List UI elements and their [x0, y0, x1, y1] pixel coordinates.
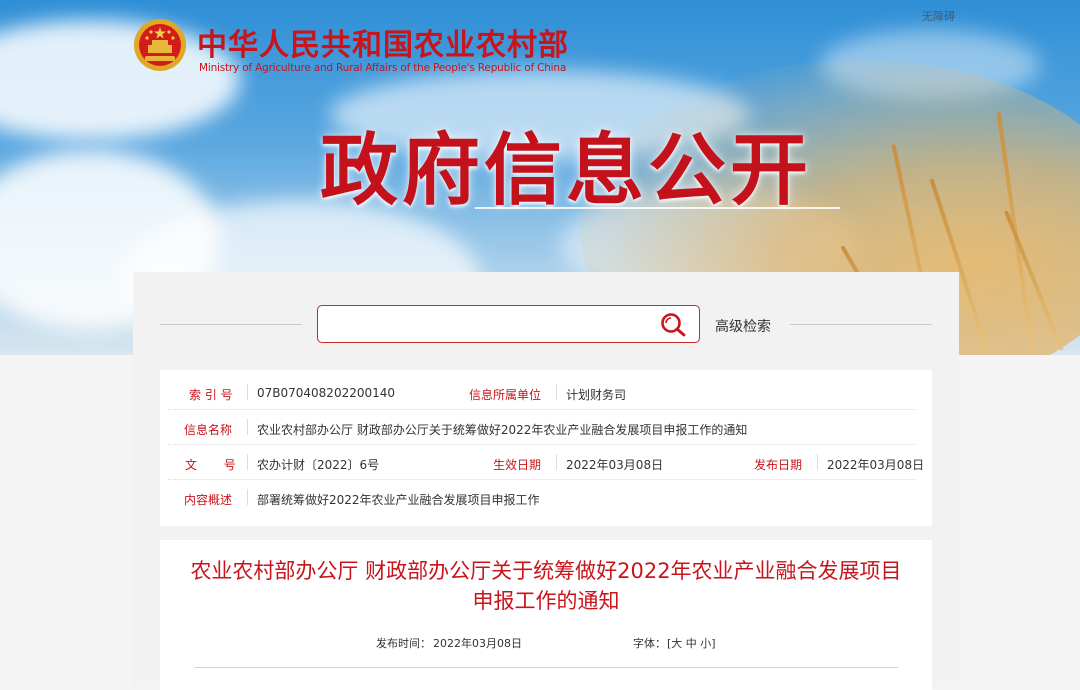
font-size-label: 字体： [633, 637, 666, 650]
search-input[interactable] [328, 314, 652, 336]
index-number-label: 索 引 号 [189, 388, 233, 402]
publish-time-value: 2022年03月08日 [433, 637, 522, 650]
index-number-value: 07B070408202200140 [257, 386, 396, 400]
column-divider [247, 489, 248, 505]
publish-date-value: 2022年03月08日 [827, 458, 925, 472]
font-size-selector[interactable]: [大 中 小] [667, 635, 716, 651]
publish-time-label: 发布时间： [376, 637, 431, 650]
article-title: 农业农村部办公厅 财政部办公厅关于统筹做好2022年农业产业融合发展项目申报工作… [190, 559, 902, 613]
column-divider [247, 419, 248, 435]
info-row: 文 号 农办计财〔2022〕6号 生效日期 2022年03月08日 发布日期 2… [160, 445, 924, 480]
doc-number-label: 文 号 [185, 458, 236, 472]
site-subtitle-english: Ministry of Agriculture and Rural Affair… [199, 62, 567, 74]
accessibility-link[interactable]: 无障碍 [922, 8, 955, 24]
article-divider [194, 667, 898, 668]
article-card: 农业农村部办公厅 财政部办公厅关于统筹做好2022年农业产业融合发展项目申报工作… [160, 540, 932, 690]
summary-label: 内容概述 [184, 493, 233, 507]
info-name-label: 信息名称 [184, 423, 233, 437]
search-divider-right [790, 324, 932, 325]
info-name-value: 农业农村部办公厅 财政部办公厅关于统筹做好2022年农业产业融合发展项目申报工作… [257, 423, 748, 437]
column-divider [556, 384, 557, 400]
column-divider [556, 454, 557, 470]
content-panel: 高级检索 索 引 号 07B070408202200140 信息所属单位 计划财… [133, 272, 959, 690]
doc-number-value: 农办计财〔2022〕6号 [257, 458, 380, 472]
info-table: 索 引 号 07B070408202200140 信息所属单位 计划财务司 信息… [160, 370, 932, 526]
advanced-search-link[interactable]: 高级检索 [715, 316, 771, 336]
effective-date-label: 生效日期 [493, 458, 542, 472]
hero-underline [475, 207, 840, 209]
search-divider-left [160, 324, 302, 325]
unit-label: 信息所属单位 [469, 388, 542, 402]
info-row: 信息名称 农业农村部办公厅 财政部办公厅关于统筹做好2022年农业产业融合发展项… [160, 410, 924, 445]
column-divider [247, 384, 248, 400]
column-divider [247, 454, 248, 470]
effective-date-value: 2022年03月08日 [566, 458, 664, 472]
national-emblem-icon [134, 19, 186, 71]
column-divider [817, 454, 818, 470]
site-title: 中华人民共和国农业农村部 [197, 28, 569, 63]
info-row: 索 引 号 07B070408202200140 信息所属单位 计划财务司 [160, 375, 924, 410]
hero-title: 政府信息公开 [320, 126, 813, 216]
search-icon[interactable] [659, 312, 687, 338]
publish-date-label: 发布日期 [754, 458, 803, 472]
search-box [317, 305, 700, 343]
summary-value: 部署统筹做好2022年农业产业融合发展项目申报工作 [257, 493, 540, 507]
unit-value: 计划财务司 [566, 388, 627, 402]
info-row: 内容概述 部署统筹做好2022年农业产业融合发展项目申报工作 [160, 480, 924, 515]
